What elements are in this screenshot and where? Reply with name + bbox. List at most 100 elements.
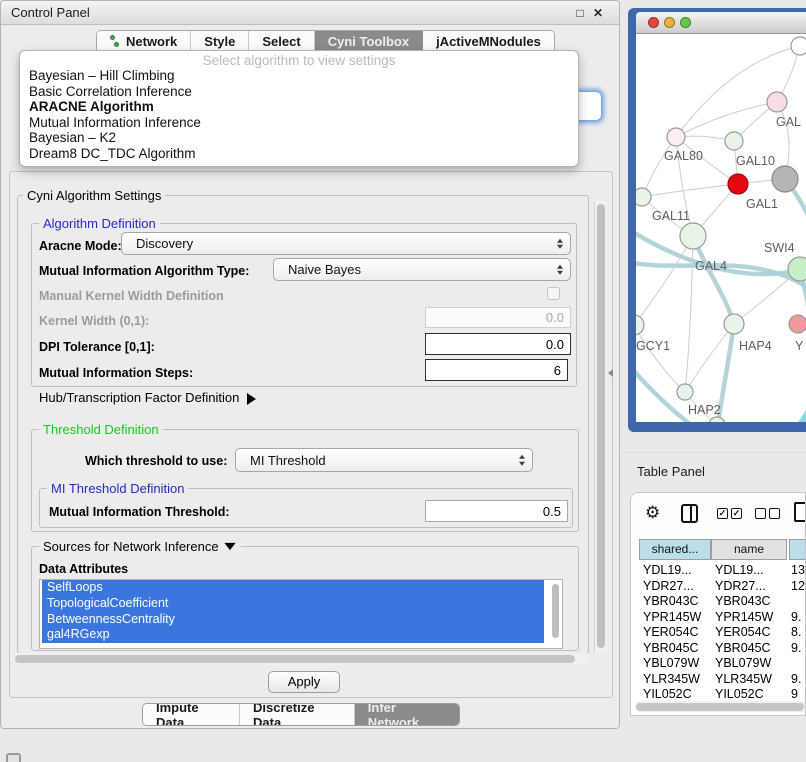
dpi-tolerance-input[interactable]: 0.0 <box>425 333 571 355</box>
table-row[interactable]: YDR27...YDR27...12 <box>631 579 805 595</box>
tab-select[interactable]: Select <box>249 31 314 52</box>
tab-network[interactable]: Network <box>97 31 191 52</box>
table-cell: 13 <box>791 563 805 579</box>
mi-threshold-input[interactable]: 0.5 <box>425 500 568 522</box>
node-label: GAL <box>776 115 801 129</box>
scrollbar-thumb[interactable] <box>15 655 575 663</box>
dropdown-item[interactable]: Mutual Information Inference <box>20 115 578 131</box>
kernel-width-input[interactable]: 0.0 <box>425 307 571 328</box>
cyni-algorithm-settings-title: Cyni Algorithm Settings <box>23 188 165 203</box>
float-window-icon[interactable]: □ <box>572 5 588 21</box>
gear-icon[interactable]: ⚙ <box>645 503 660 523</box>
network-node-gal10[interactable] <box>725 132 743 150</box>
apply-button[interactable]: Apply <box>268 671 340 693</box>
node-label: SWI4 <box>764 241 795 255</box>
table-cell: YBR043C <box>643 594 699 610</box>
tab-style[interactable]: Style <box>191 31 249 52</box>
manual-kernel-width-checkbox[interactable] <box>547 287 560 300</box>
node-label: GAL80 <box>664 149 703 163</box>
table-row[interactable]: YLR345WYLR345W9. <box>631 672 805 688</box>
table-row[interactable]: YPR145WYPR145W9. <box>631 610 805 626</box>
tab-jactivemnodules[interactable]: jActiveMNodules <box>423 31 554 52</box>
tab-discretize-data[interactable]: Discretize Data <box>240 704 355 725</box>
aracne-mode-value: Discovery <box>136 236 193 251</box>
network-node[interactable] <box>791 37 806 55</box>
dropdown-item[interactable]: Dream8 DC_TDC Algorithm <box>20 146 578 162</box>
close-window-icon[interactable]: ✕ <box>590 5 606 21</box>
dropdown-item[interactable]: ARACNE Algorithm <box>20 99 578 115</box>
network-node-hap2[interactable] <box>677 384 693 400</box>
tab-cyni-toolbox[interactable]: Cyni Toolbox <box>315 31 423 52</box>
table-row[interactable]: YBR045CYBR045C9. <box>631 641 805 657</box>
network-node-gal[interactable] <box>767 92 787 112</box>
tab-infer-network[interactable]: Infer Network <box>355 704 459 725</box>
table-column-header[interactable] <box>789 539 806 560</box>
tab-impute-data[interactable]: Impute Data <box>143 704 240 725</box>
columns-icon[interactable] <box>681 504 698 523</box>
hub-definition-label: Hub/Transcription Factor Definition <box>39 390 239 405</box>
attribute-item-selected[interactable]: BetweennessCentrality <box>42 612 544 628</box>
network-node-gcy1[interactable] <box>636 315 644 335</box>
kernel-width-label: Kernel Width (0,1): <box>39 314 149 328</box>
table-column-header[interactable]: name <box>711 539 787 560</box>
dropdown-item[interactable]: Basic Correlation Inference <box>20 84 578 100</box>
partial-corner-button[interactable] <box>6 753 21 762</box>
scrollbar-thumb[interactable] <box>636 703 804 711</box>
checked-boxes-icon[interactable]: ✓✓ <box>717 508 742 519</box>
which-threshold-value: MI Threshold <box>250 453 326 468</box>
table-cell: YLR345W <box>643 672 700 688</box>
expand-right-icon <box>247 393 256 405</box>
network-window-titlebar[interactable] <box>636 12 806 34</box>
threshold-definition-title: Threshold Definition <box>39 422 163 437</box>
attribute-item-selected[interactable]: TopologicalCoefficient <box>42 596 544 612</box>
mi-steps-label: Mutual Information Steps: <box>39 366 193 380</box>
mi-threshold-definition-title: MI Threshold Definition <box>47 481 188 496</box>
table-horizontal-scrollbar[interactable] <box>635 701 806 712</box>
mi-steps-input[interactable]: 6 <box>425 359 568 381</box>
attribute-item-selected[interactable]: SelfLoops <box>42 580 544 596</box>
focused-combo-fragment[interactable] <box>577 91 602 121</box>
network-node-hap4[interactable] <box>724 314 744 334</box>
which-threshold-select[interactable]: MI Threshold <box>235 448 533 472</box>
table-row[interactable]: YDL19...YDL19...13 <box>631 563 805 579</box>
network-node[interactable] <box>709 417 725 422</box>
network-node-gal1[interactable] <box>728 174 748 194</box>
minimize-traffic-light[interactable] <box>664 17 675 28</box>
table-panel: ⚙ ✓✓ shared...name YDL19...YDL19...13YDR2… <box>630 492 806 716</box>
close-traffic-light[interactable] <box>648 17 659 28</box>
zoom-traffic-light[interactable] <box>680 17 691 28</box>
unchecked-boxes-icon[interactable] <box>755 508 780 519</box>
aracne-mode-select[interactable]: Discovery <box>121 232 571 255</box>
mi-algorithm-type-select[interactable]: Naive Bayes <box>273 258 571 281</box>
network-node-gal11[interactable] <box>636 188 651 206</box>
table-row[interactable]: YBL079WYBL079W <box>631 656 805 672</box>
settings-horizontal-scrollbar[interactable] <box>13 653 591 665</box>
settings-vertical-scrollbar[interactable] <box>594 201 607 653</box>
table-row[interactable]: YER054CYER054C8. <box>631 625 805 641</box>
hub-definition-toggle[interactable]: Hub/Transcription Factor Definition <box>39 390 256 405</box>
table-column-header[interactable]: shared... <box>639 539 711 560</box>
dpi-tolerance-label: DPI Tolerance [0,1]: <box>39 340 155 354</box>
network-node-gal4[interactable] <box>680 223 706 249</box>
data-attributes-list[interactable]: SelfLoopsTopologicalCoefficientBetweenne… <box>39 579 563 649</box>
node-label: GAL11 <box>652 209 690 223</box>
sources-title[interactable]: Sources for Network Inference <box>39 539 241 554</box>
dropdown-item[interactable]: Bayesian – K2 <box>20 130 578 146</box>
table-row[interactable]: YBR043CYBR043C <box>631 594 805 610</box>
network-node-gal80[interactable] <box>667 128 685 146</box>
node-label: HAP4 <box>739 339 772 353</box>
network-node-swi4[interactable] <box>788 257 806 281</box>
attribute-item-selected[interactable]: gal4RGexp <box>42 627 544 643</box>
network-node[interactable] <box>772 166 798 192</box>
network-canvas[interactable]: GALGAL80GAL10GAL1GAL11GAL4SWI4GCY1HAP4YH… <box>636 34 806 422</box>
list-scrollbar-thumb[interactable] <box>552 584 559 638</box>
scrollbar-thumb[interactable] <box>597 204 605 648</box>
tab-label: Style <box>204 34 235 49</box>
page-icon[interactable] <box>794 502 806 522</box>
network-node-y[interactable] <box>789 315 806 333</box>
network-view-window: GALGAL80GAL10GAL1GAL11GAL4SWI4GCY1HAP4YH… <box>628 8 806 432</box>
panel-divider-grabber[interactable] <box>608 369 613 377</box>
table-cell: YPR145W <box>643 610 701 626</box>
tab-label: Select <box>262 34 300 49</box>
dropdown-item[interactable]: Bayesian – Hill Climbing <box>20 68 578 84</box>
